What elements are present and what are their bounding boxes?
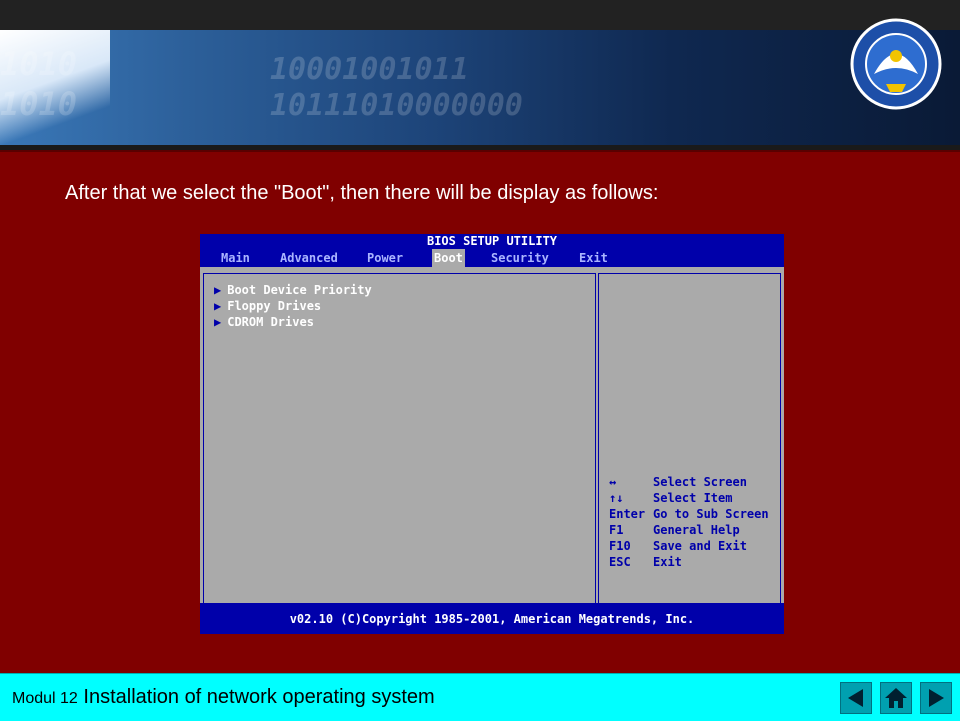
tut-wuri-handayani-logo	[850, 18, 942, 110]
footer-course-title: Installation of network operating system	[83, 686, 435, 708]
banner-digits: 10001001011	[270, 52, 469, 87]
bios-tab-boot[interactable]: Boot	[432, 249, 465, 267]
home-button[interactable]	[880, 682, 912, 714]
header-banner: 1010 10001001011 1010 10111010000000	[0, 0, 960, 150]
help-row: ↑↓ Select Item	[609, 491, 733, 505]
triangle-right-icon	[929, 689, 944, 707]
banner-digits: 1010	[0, 45, 78, 83]
slide-footer: Modul 12 Installation of network operati…	[0, 673, 960, 721]
bios-tab-advanced[interactable]: Advanced	[280, 249, 338, 267]
banner-digits: 10111010000000	[270, 88, 523, 123]
bios-tab-security[interactable]: Security	[491, 249, 549, 267]
bios-item-cdrom-drives[interactable]: ▶ CDROM Drives	[214, 314, 314, 330]
next-slide-button[interactable]	[920, 682, 952, 714]
banner-digits: 1010	[0, 85, 78, 123]
home-icon	[885, 688, 907, 708]
triangle-left-icon	[848, 689, 863, 707]
help-row: ESC Exit	[609, 555, 682, 569]
submenu-arrow-icon: ▶	[214, 299, 222, 313]
footer-title: Modul 12 Installation of network operati…	[12, 686, 435, 709]
slide: 1010 10001001011 1010 10111010000000 Aft…	[0, 0, 960, 721]
banner-top-bar	[0, 0, 960, 31]
slide-heading: After that we select the "Boot", then th…	[65, 182, 659, 204]
bios-help-pane: ↔ Select Screen ↑↓ Select Item Enter Go to …	[598, 273, 781, 607]
bios-tab-power[interactable]: Power	[367, 249, 403, 267]
bios-item-floppy-drives[interactable]: ▶ Floppy Drives	[214, 298, 321, 314]
submenu-arrow-icon: ▶	[214, 315, 222, 329]
slide-content: After that we select the "Boot", then th…	[0, 150, 960, 675]
bios-title: BIOS SETUP UTILITY	[426, 234, 558, 248]
bios-tab-main[interactable]: Main	[221, 249, 250, 267]
footer-modul: Modul 12	[12, 690, 78, 707]
bios-menu-bar: Main Advanced Power Boot Security Exit	[200, 249, 784, 267]
help-row: F10 Save and Exit	[609, 539, 747, 553]
help-row: Enter Go to Sub Screen	[609, 507, 769, 521]
bios-tab-exit[interactable]: Exit	[579, 249, 608, 267]
submenu-arrow-icon: ▶	[214, 283, 222, 297]
help-row: F1 General Help	[609, 523, 740, 537]
bios-screenshot: BIOS SETUP UTILITY Main Advanced Power B…	[200, 234, 784, 634]
bios-item-boot-device-priority[interactable]: ▶ Boot Device Priority	[214, 282, 372, 298]
prev-slide-button[interactable]	[840, 682, 872, 714]
help-row: ↔ Select Screen	[609, 475, 747, 489]
bios-options-pane: ▶ Boot Device Priority ▶ Floppy Drives ▶ CD…	[203, 273, 596, 607]
bios-body: ▶ Boot Device Priority ▶ Floppy Drives ▶ CD…	[200, 267, 784, 607]
bios-copyright: v02.10 (C)Copyright 1985-2001, American …	[289, 612, 695, 626]
